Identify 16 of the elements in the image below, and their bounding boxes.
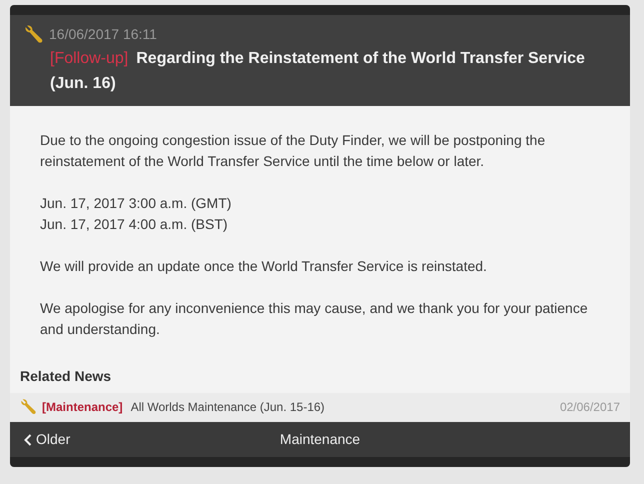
body-text: We will provide an update once the World Transfer Service is reinstated. (40, 257, 488, 276)
body-text: We apologise for any inconvenience this may cause, and we thank you for your patience and understanding. (40, 299, 589, 339)
chevron-left-icon (24, 434, 32, 446)
category-label: Maintenance (280, 430, 360, 449)
body-text: Jun. 17, 2017 3:00 a.m. (GMT) (40, 194, 232, 213)
category-tag: [Maintenance] (42, 398, 123, 416)
older-link[interactable]: Older (10, 429, 84, 450)
body-text: Due to the ongoing congestion issue of the Duty Finder, we will be postponing the reinstatement of the World Transfer Service until the time below or later. (40, 131, 546, 171)
post-date: 16/06/2017 16:11 (49, 25, 157, 44)
news-date: 02/06/2017 (560, 399, 620, 416)
article-title: [Follow-up] Regarding the Reinstatement of the World Transfer Service (Jun. 16) (49, 49, 586, 94)
news-link[interactable]: All Worlds Maintenance (Jun. 15-16) (130, 398, 325, 416)
section-heading: Related News (19, 367, 112, 386)
wrench-icon (24, 24, 45, 45)
body-text: Jun. 17, 2017 4:00 a.m. (BST) (40, 215, 229, 234)
wrench-icon (20, 398, 38, 416)
